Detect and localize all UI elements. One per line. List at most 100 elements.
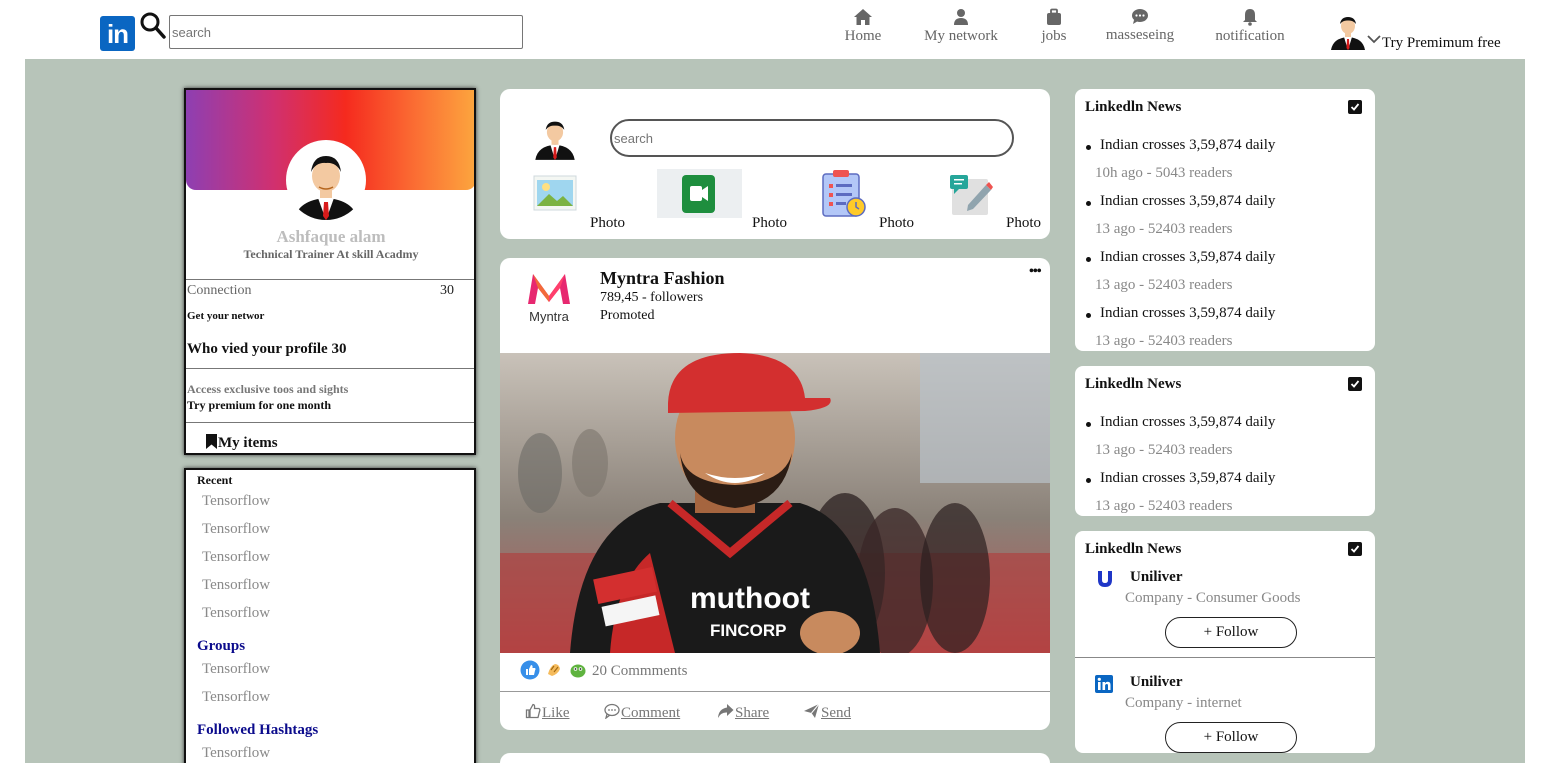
nav-messaging[interactable]: masseseing xyxy=(1103,8,1177,44)
like-button[interactable]: Like xyxy=(525,703,570,722)
profile-name[interactable]: Ashfaque alam xyxy=(186,227,474,247)
comment-count-link[interactable]: 20 Commments xyxy=(592,663,687,680)
recent-item[interactable]: Tensorflow xyxy=(202,493,270,510)
profile-avatar-illustration xyxy=(294,156,358,220)
company-name[interactable]: Uniliver xyxy=(1130,569,1183,586)
compose-avatar xyxy=(535,121,575,160)
profile-photo[interactable] xyxy=(286,140,366,220)
recent-item[interactable]: Tensorflow xyxy=(202,577,270,594)
news-headline[interactable]: Indian crosses 3,59,874 daily xyxy=(1085,193,1275,210)
linkedin-mark xyxy=(1097,677,1111,690)
news-headline[interactable]: Indian crosses 3,59,874 daily xyxy=(1085,470,1275,487)
linkedin-logo-icon[interactable] xyxy=(1095,675,1113,693)
recent-item[interactable]: Tensorflow xyxy=(202,549,270,566)
hashtag-item[interactable]: Tensorflow xyxy=(202,745,270,762)
send-label: Send xyxy=(821,705,851,721)
nav-label-jobs: jobs xyxy=(1041,28,1067,44)
follow-button[interactable]: + Follow xyxy=(1165,722,1297,753)
company-name[interactable]: Uniliver xyxy=(1130,674,1183,691)
start-post-input[interactable] xyxy=(610,119,1014,157)
nav-my-network[interactable]: My network xyxy=(918,8,1004,45)
recent-card: Recent Tensorflow Tensorflow Tensorflow … xyxy=(184,468,476,763)
main-content: Ashfaque alam Technical Trainer At skill… xyxy=(25,59,1525,763)
profile-headline: Technical Trainer At skill Acadmy xyxy=(243,247,419,261)
checkbox-icon[interactable] xyxy=(1348,100,1362,114)
chevron-down-icon[interactable] xyxy=(1367,34,1381,44)
news-card: Linkedln News Indian crosses 3,59,874 da… xyxy=(1075,89,1375,351)
comment-label: Comment xyxy=(621,705,681,721)
news-headline[interactable]: Indian crosses 3,59,874 daily xyxy=(1085,305,1275,322)
news-headline[interactable]: Indian crosses 3,59,874 daily xyxy=(1085,249,1275,266)
like-label: Like xyxy=(542,705,570,721)
my-items-link[interactable]: My items xyxy=(206,434,278,452)
nav-jobs[interactable]: jobs xyxy=(1034,8,1074,45)
groups-heading[interactable]: Groups xyxy=(197,638,245,655)
hashtags-heading[interactable]: Followed Hashtags xyxy=(197,722,318,739)
news-headline[interactable]: Indian crosses 3,59,874 daily xyxy=(1085,137,1275,154)
top-navigation-bar: in Home My network jobs masseseing notif… xyxy=(0,0,1544,59)
group-item[interactable]: Tensorflow xyxy=(202,689,270,706)
bookmark-icon xyxy=(206,434,217,449)
video-action-label[interactable]: Photo xyxy=(752,215,787,232)
connection-label[interactable]: Connection xyxy=(187,283,252,299)
nav-notification[interactable]: notification xyxy=(1210,8,1290,45)
post-author-followers: 789,45 - followers xyxy=(600,290,704,305)
divider xyxy=(500,691,1050,692)
profile-avatar[interactable] xyxy=(1329,14,1367,50)
event-clipboard-icon[interactable] xyxy=(820,168,868,218)
image-icon[interactable] xyxy=(533,175,577,211)
news-meta: 13 ago - 52403 readers xyxy=(1095,277,1233,293)
write-article-icon[interactable] xyxy=(946,171,994,217)
myntra-logo-icon[interactable]: Myntra xyxy=(522,266,577,326)
like-reaction-icon[interactable] xyxy=(520,660,540,680)
news-meta: 13 ago - 52403 readers xyxy=(1095,221,1233,237)
send-button[interactable]: Send xyxy=(803,703,851,722)
news-headline[interactable]: Indian crosses 3,59,874 daily xyxy=(1085,414,1275,431)
news-card-title: Linkedln News xyxy=(1085,99,1182,115)
video-icon xyxy=(682,175,715,213)
person-icon xyxy=(954,9,968,25)
comment-button[interactable]: Comment xyxy=(604,703,680,722)
article-action-label[interactable]: Photo xyxy=(1006,215,1041,232)
follow-button[interactable]: + Follow xyxy=(1165,617,1297,648)
divider xyxy=(186,279,474,280)
jersey-sponsor-text: muthoot xyxy=(690,582,810,615)
try-premium-link[interactable]: Try Premimum free xyxy=(1382,35,1501,52)
share-button[interactable]: Share xyxy=(717,703,769,722)
bell-icon xyxy=(1243,9,1257,26)
nav-home[interactable]: Home xyxy=(836,8,890,45)
video-icon-tile[interactable] xyxy=(657,169,742,218)
recent-heading: Recent xyxy=(197,473,233,487)
try-premium-month-link[interactable]: Try premium for one month xyxy=(187,398,331,413)
support-reaction-icon[interactable] xyxy=(568,660,588,680)
briefcase-icon xyxy=(1047,8,1061,25)
news-meta: 13 ago - 52403 readers xyxy=(1095,498,1233,514)
more-options-icon[interactable]: ••• xyxy=(1029,264,1042,280)
checkbox-icon[interactable] xyxy=(1348,377,1362,391)
group-item[interactable]: Tensorflow xyxy=(202,661,270,678)
post-author-name[interactable]: Myntra Fashion xyxy=(600,268,725,289)
next-feed-post xyxy=(500,753,1050,763)
news-card: Linkedln News Indian crosses 3,59,874 da… xyxy=(1075,366,1375,516)
thumbs-up-icon xyxy=(525,703,541,719)
photo-action-label[interactable]: Photo xyxy=(590,215,625,232)
news-meta: 10h ago - 5043 readers xyxy=(1095,165,1233,181)
share-box: Photo Photo Photo Photo xyxy=(500,89,1050,239)
profile-viewers-link[interactable]: Who vied your profile 30 xyxy=(187,341,346,358)
celebrate-reaction-icon[interactable] xyxy=(544,660,564,680)
checkbox-icon[interactable] xyxy=(1348,542,1362,556)
nav-label-messaging: masseseing xyxy=(1105,27,1175,43)
post-image[interactable]: muthoot FINCORP xyxy=(500,353,1050,653)
search-input[interactable] xyxy=(169,15,523,49)
divider xyxy=(186,368,474,369)
recent-item[interactable]: Tensorflow xyxy=(202,605,270,622)
search-icon[interactable] xyxy=(140,12,166,40)
cricketer-photo: muthoot FINCORP xyxy=(500,353,1050,653)
event-action-label[interactable]: Photo xyxy=(879,215,914,232)
chat-icon xyxy=(1132,9,1148,24)
profile-card: Ashfaque alam Technical Trainer At skill… xyxy=(184,88,476,455)
recent-item[interactable]: Tensorflow xyxy=(202,521,270,538)
linkedin-logo-icon[interactable]: in xyxy=(100,16,135,51)
unilever-logo-icon[interactable] xyxy=(1095,569,1115,589)
home-icon xyxy=(854,9,872,25)
